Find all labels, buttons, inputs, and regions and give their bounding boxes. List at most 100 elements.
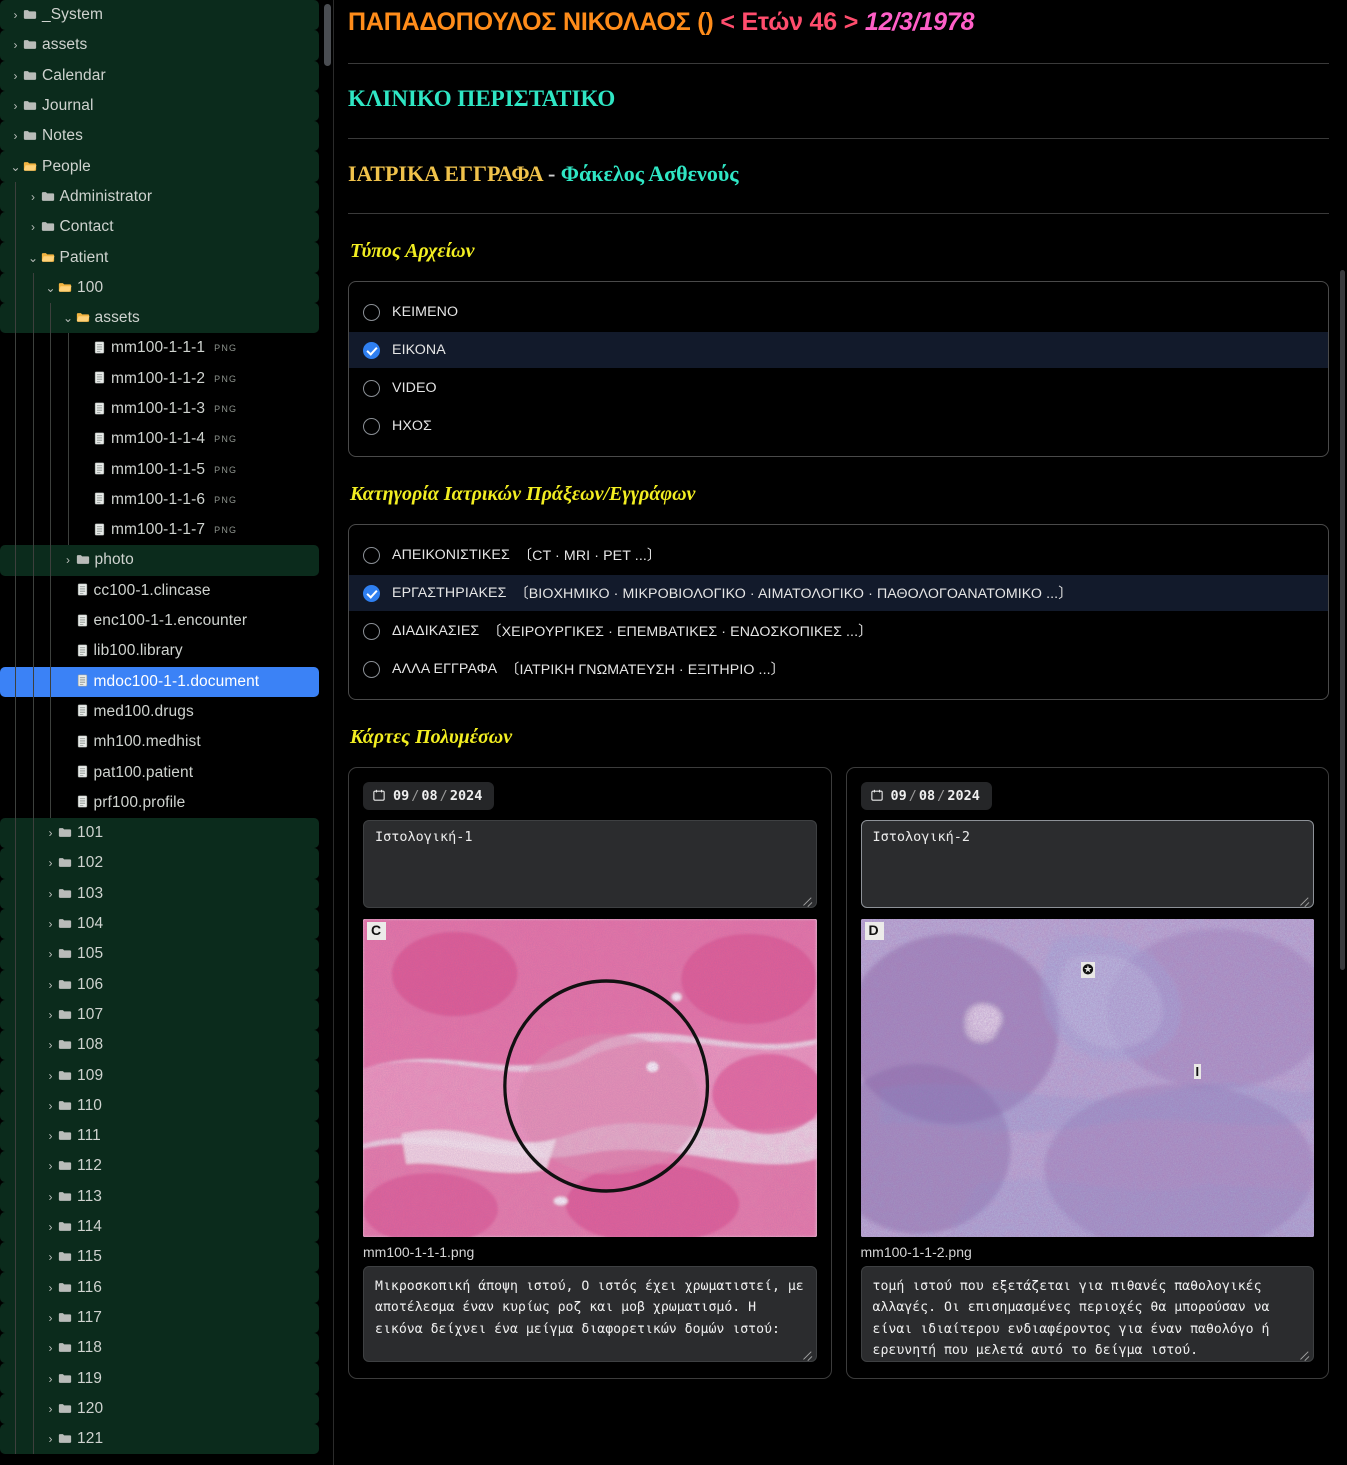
tree-folder-item[interactable]: › 117 — [0, 1302, 319, 1334]
radio-unchecked-icon[interactable] — [363, 660, 380, 678]
chevron-right-icon[interactable]: › — [43, 1342, 58, 1354]
radio-unchecked-icon[interactable] — [363, 546, 380, 564]
radio-option[interactable]: ΕΡΓΑΣΤΗΡΙΑΚΕΣ 〔ΒΙΟΧΗΜΙΚΟ · ΜΙΚΡΟΒΙΟΛΟΓΙΚΟ… — [349, 575, 1328, 611]
chevron-right-icon[interactable]: › — [43, 1312, 58, 1324]
date-year[interactable]: 2024 — [947, 788, 980, 804]
chevron-right-icon[interactable]: › — [8, 100, 23, 112]
tree-file-item[interactable]: cc100-1.clincase — [0, 576, 319, 606]
chevron-right-icon[interactable]: › — [43, 857, 58, 869]
tree-folder-item[interactable]: › 105 — [0, 939, 319, 970]
tree-folder-item[interactable]: › 116 — [0, 1272, 319, 1303]
file-type-radio-group[interactable]: ΚΕΙΜΕΝΟ ΕΙΚΟΝΑ VIDEO ΗΧΟΣ — [348, 281, 1329, 457]
tree-file-item[interactable]: mm100-1-1-3 PNG — [0, 394, 319, 424]
chevron-right-icon[interactable]: › — [8, 9, 23, 21]
tree-file-item[interactable]: mm100-1-1-6 PNG — [0, 485, 319, 515]
chevron-down-icon[interactable]: ⌄ — [26, 252, 41, 264]
tree-file-item[interactable]: mm100-1-1-7 PNG — [0, 515, 319, 545]
main-scrollbar-thumb[interactable] — [1340, 270, 1345, 970]
chevron-right-icon[interactable]: › — [8, 130, 23, 142]
date-input[interactable]: 09 / 08 / 2024 — [363, 782, 495, 810]
resize-grip-icon[interactable] — [1298, 1347, 1310, 1359]
resize-grip-icon[interactable] — [801, 1347, 813, 1359]
tree-folder-item[interactable]: › 121 — [0, 1423, 319, 1455]
media-title-textarea[interactable]: Ιστολογική-2 — [860, 820, 1314, 908]
tree-folder-item[interactable]: ⌄ Patient — [0, 242, 319, 273]
chevron-right-icon[interactable]: › — [43, 1251, 58, 1263]
tree-file-item[interactable]: mm100-1-1-4 PNG — [0, 424, 319, 454]
tree-folder-item[interactable]: › assets — [0, 30, 319, 61]
radio-unchecked-icon[interactable] — [363, 303, 380, 321]
radio-option[interactable]: ΗΧΟΣ — [349, 408, 1328, 444]
chevron-right-icon[interactable]: › — [43, 1191, 58, 1203]
chevron-right-icon[interactable]: › — [8, 39, 23, 51]
sidebar-scrollbar-track[interactable] — [324, 0, 332, 1465]
radio-option[interactable]: ΚΕΙΜΕΝΟ — [349, 294, 1328, 330]
radio-checked-icon[interactable] — [363, 341, 380, 359]
chevron-right-icon[interactable]: › — [43, 1403, 58, 1415]
date-month[interactable]: 09 — [393, 788, 409, 804]
media-card[interactable]: 09 / 08 / 2024 Ιστολογική-2 D ✪ I mm100-… — [845, 767, 1329, 1379]
tree-folder-item[interactable]: › photo — [0, 545, 319, 576]
file-explorer-sidebar[interactable]: › _System › assets › Calendar › Journal › Notes ⌄ P… — [0, 0, 334, 1465]
chevron-right-icon[interactable]: › — [43, 918, 58, 930]
radio-unchecked-icon[interactable] — [363, 379, 380, 397]
tree-folder-item[interactable]: ⌄ People — [0, 151, 319, 182]
sidebar-scrollbar-thumb[interactable] — [324, 4, 331, 66]
tree-file-item[interactable]: mh100.medhist — [0, 727, 319, 757]
chevron-right-icon[interactable]: › — [61, 554, 76, 566]
tree-file-item[interactable]: enc100-1-1.encounter — [0, 606, 319, 636]
tree-folder-item[interactable]: › 103 — [0, 878, 319, 909]
tree-folder-item[interactable]: › Journal — [0, 90, 319, 122]
tree-folder-item[interactable]: › 119 — [0, 1363, 319, 1394]
chevron-right-icon[interactable]: › — [43, 1282, 58, 1294]
date-day[interactable]: 08 — [919, 788, 935, 804]
tree-folder-item[interactable]: › 120 — [0, 1393, 319, 1424]
tree-file-item[interactable]: lib100.library — [0, 636, 319, 666]
tree-file-item[interactable]: mm100-1-1-2 PNG — [0, 364, 319, 394]
tree-file-item[interactable]: med100.drugs — [0, 697, 319, 727]
tree-folder-item[interactable]: ⌄ assets — [0, 302, 319, 334]
tree-folder-item[interactable]: › 118 — [0, 1333, 319, 1364]
tree-folder-item[interactable]: › Contact — [0, 212, 319, 243]
date-month[interactable]: 09 — [891, 788, 907, 804]
radio-option[interactable]: ΔΙΑΔΙΚΑΣΙΕΣ 〔ΧΕΙΡΟΥΡΓΙΚΕΣ · ΕΠΕΜΒΑΤΙΚΕΣ ·… — [349, 613, 1328, 649]
chevron-right-icon[interactable]: › — [26, 221, 41, 233]
chevron-right-icon[interactable]: › — [26, 191, 41, 203]
histology-image-he[interactable]: C — [363, 919, 817, 1237]
tree-folder-item[interactable]: › Notes — [0, 121, 319, 152]
media-description-textarea[interactable]: τομή ιστού που εξετάζεται για πιθανές πα… — [860, 1266, 1314, 1362]
date-day[interactable]: 08 — [421, 788, 437, 804]
tree-folder-item[interactable]: › 111 — [0, 1120, 319, 1152]
tree-folder-item[interactable]: ⌄ 100 — [0, 272, 319, 303]
chevron-right-icon[interactable]: › — [43, 1160, 58, 1172]
tree-folder-item[interactable]: › 104 — [0, 908, 319, 940]
media-description-textarea[interactable]: Μικροσκοπική άποψη ιστού, Ο ιστός έχει χ… — [363, 1266, 817, 1362]
chevron-down-icon[interactable]: ⌄ — [61, 312, 76, 324]
tree-folder-item[interactable]: › 108 — [0, 1030, 319, 1061]
media-card[interactable]: 09 / 08 / 2024 Ιστολογική-1 C mm100-1-1-… — [348, 767, 832, 1379]
tree-folder-item[interactable]: › 115 — [0, 1242, 319, 1273]
chevron-right-icon[interactable]: › — [43, 1130, 58, 1142]
tree-folder-item[interactable]: › Calendar — [0, 60, 319, 91]
media-title-textarea[interactable]: Ιστολογική-1 — [363, 820, 817, 908]
resize-grip-icon[interactable] — [801, 893, 813, 905]
chevron-right-icon[interactable]: › — [43, 1070, 58, 1082]
chevron-right-icon[interactable]: › — [43, 1433, 58, 1445]
chevron-down-icon[interactable]: ⌄ — [43, 282, 58, 294]
chevron-right-icon[interactable]: › — [43, 979, 58, 991]
tree-file-item[interactable]: pat100.patient — [0, 757, 319, 787]
radio-option[interactable]: VIDEO — [349, 370, 1328, 406]
tree-folder-item[interactable]: › Administrator — [0, 181, 319, 213]
chevron-right-icon[interactable]: › — [43, 1039, 58, 1051]
chevron-right-icon[interactable]: › — [43, 1221, 58, 1233]
tree-folder-item[interactable]: › 112 — [0, 1151, 319, 1182]
tree-file-item[interactable]: mdoc100-1-1.document — [0, 666, 319, 697]
radio-unchecked-icon[interactable] — [363, 417, 380, 435]
chevron-right-icon[interactable]: › — [43, 1373, 58, 1385]
tree-file-item[interactable]: mm100-1-1-5 PNG — [0, 454, 319, 484]
file-tree[interactable]: › _System › assets › Calendar › Journal › Notes ⌄ P… — [0, 0, 333, 1455]
chevron-right-icon[interactable]: › — [43, 888, 58, 900]
chevron-right-icon[interactable]: › — [43, 1100, 58, 1112]
tree-folder-item[interactable]: › 107 — [0, 999, 319, 1031]
main-scrollbar-track[interactable] — [1340, 0, 1346, 1465]
